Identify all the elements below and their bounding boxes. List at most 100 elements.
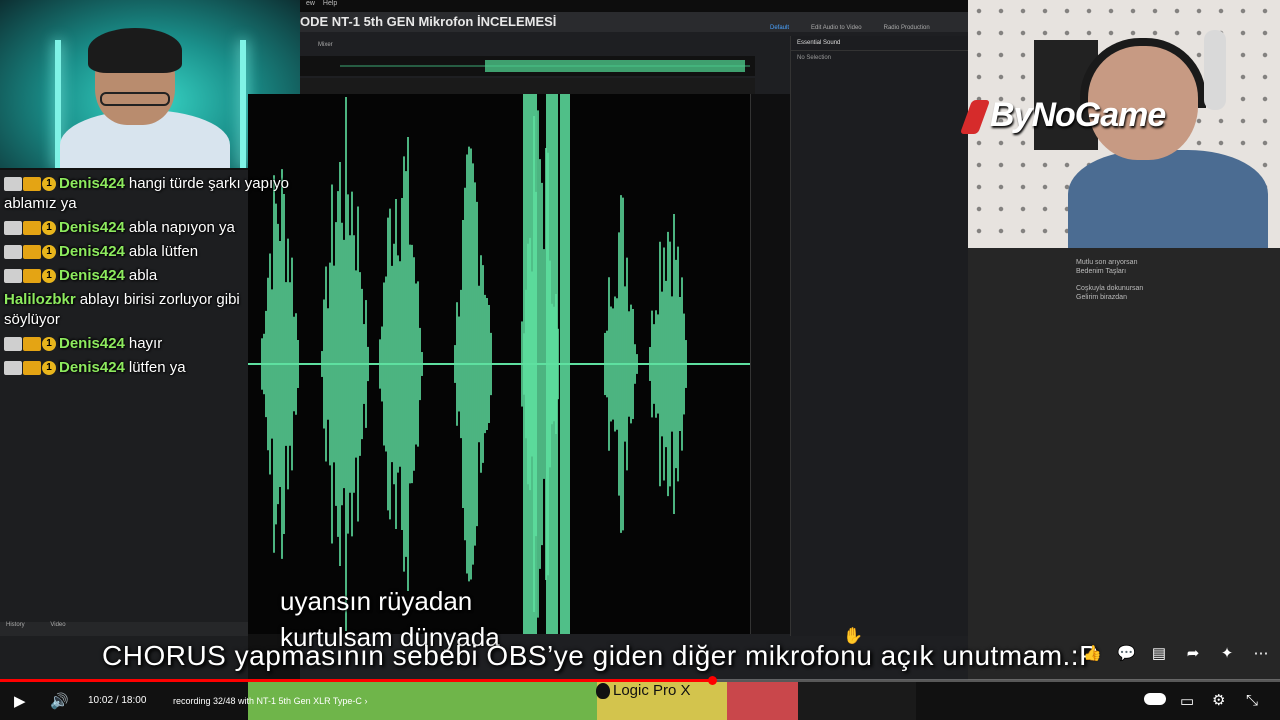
time-display: 10:02 / 18:00: [88, 695, 146, 706]
history-tabs: History Video: [0, 622, 248, 636]
level-badge-icon: 1: [42, 221, 56, 236]
menu-item-help[interactable]: Help: [323, 0, 337, 7]
volume-icon[interactable]: 🔊: [50, 692, 69, 710]
chat-username[interactable]: Denis424: [59, 219, 125, 236]
tab-history[interactable]: History: [6, 622, 25, 628]
more-icon[interactable]: ⋯: [1253, 644, 1269, 662]
panel-status: No Selection: [797, 55, 832, 61]
level-badge-icon: 1: [42, 361, 56, 376]
chat-text: abla lütfen: [128, 243, 199, 261]
timeline-ruler[interactable]: [300, 78, 755, 95]
chat-message: 1 Denis424 hayır: [0, 332, 300, 356]
amplitude-scale: [750, 94, 791, 634]
tab-radio-production[interactable]: Radio Production: [884, 25, 930, 31]
chat-text: abla: [128, 267, 158, 285]
subtitles-icon[interactable]: ▭: [1180, 692, 1194, 710]
strip-segment: [727, 682, 798, 720]
chat-text: lütfen ya: [128, 359, 186, 377]
crown-badge-icon: [23, 221, 41, 236]
lyric-line: Gelirim birazdan: [1076, 294, 1127, 301]
chat-username[interactable]: Halilozbkr: [4, 291, 76, 308]
viewer-badge-icon: [4, 177, 22, 192]
chat-username[interactable]: Denis424: [59, 243, 125, 260]
lyric-subtitle-line-1: uyansın rüyadan: [280, 586, 473, 616]
sparkle-icon[interactable]: ✦: [1219, 644, 1235, 662]
streamer-hair: [88, 28, 182, 73]
video-title: ODE NT-1 5th GEN Mikrofon İNCELEMESİ: [300, 14, 557, 29]
chat-text: hayır: [128, 335, 163, 353]
notes-icon[interactable]: ▤: [1151, 644, 1167, 662]
overview-svg: [340, 60, 750, 72]
waveform-display[interactable]: [248, 94, 750, 634]
menu-item-view[interactable]: ew: [306, 0, 315, 7]
viewer-badge-icon: [4, 337, 22, 352]
logic-pro-label: Logic Pro X: [596, 682, 691, 700]
level-badge-icon: 1: [42, 177, 56, 192]
chat-badges: 1: [4, 334, 56, 354]
progress-scrubber[interactable]: [707, 676, 717, 685]
waveform-overview[interactable]: [300, 56, 755, 76]
level-badge-icon: 1: [42, 337, 56, 352]
chapter-title: recording 32/48 with NT-1 5th Gen XLR Ty…: [173, 696, 362, 706]
chat-message: 1 Denis424 abla lütfen: [0, 240, 300, 264]
crown-badge-icon: [23, 361, 41, 376]
tab-video[interactable]: Video: [50, 622, 65, 628]
comment-icon[interactable]: 💬: [1117, 644, 1136, 662]
streamer-glasses: [100, 92, 170, 106]
apple-icon: [596, 683, 610, 700]
brand-text: ByNoGame: [990, 96, 1166, 134]
guest-shirt: [1068, 150, 1268, 248]
chat-overlay: 1 Denis424 hangi türde şarkı yapıyo ablamı…: [0, 172, 300, 380]
waveform-svg: [248, 94, 750, 634]
chat-badges: 1: [4, 218, 56, 238]
viewer-badge-icon: [4, 221, 22, 236]
current-time: 10:02: [88, 695, 114, 706]
chapter-button[interactable]: recording 32/48 with NT-1 5th Gen XLR Ty…: [173, 696, 367, 706]
chat-badges: 1: [4, 358, 56, 378]
chat-username[interactable]: Denis424: [59, 359, 125, 376]
waveform-clip: [546, 94, 558, 634]
chat-message: Halilozbkr ablayı birisi zorluyor gibi sö…: [0, 288, 300, 332]
lyrics-sidebar: Mutlu son arıyorsan Bedenim Taşları Coşk…: [968, 248, 1280, 680]
editor-menubar: ew Help: [300, 0, 968, 12]
lyric-line: Bedenim Taşları: [1076, 268, 1127, 275]
chat-message: 1 Denis424 lütfen ya: [0, 356, 300, 380]
play-icon[interactable]: ▶: [14, 692, 26, 710]
viewer-badge-icon: [4, 245, 22, 260]
panel-title: Essential Sound: [791, 36, 969, 51]
studio-microphone: [1204, 30, 1226, 110]
rgb-light-right: [240, 40, 246, 168]
exit-fullscreen-icon[interactable]: ⤡: [1246, 692, 1258, 709]
tab-mixer[interactable]: Mixer: [318, 42, 333, 48]
chat-badges: 1: [4, 174, 56, 194]
chat-username[interactable]: Denis424: [59, 335, 125, 352]
like-icon[interactable]: 👍: [1083, 644, 1102, 662]
lyric-line: Mutlu son arıyorsan: [1076, 259, 1138, 266]
chat-text: abla napıyon ya: [128, 219, 235, 237]
crown-badge-icon: [23, 269, 41, 284]
viewer-badge-icon: [4, 361, 22, 376]
progress-fill: [0, 679, 713, 682]
chat-username[interactable]: Denis424: [59, 267, 125, 284]
level-badge-icon: 1: [42, 245, 56, 260]
chat-message: 1 Denis424 abla napıyon ya: [0, 216, 300, 240]
chevron-right-icon: ›: [364, 696, 368, 706]
lyric-line: Coşkuyla dokunursan: [1076, 285, 1144, 292]
chat-badges: 1: [4, 266, 56, 286]
waveform-clip: [523, 94, 537, 634]
waveform-clip: [560, 94, 570, 634]
tab-edit-audio-to-video[interactable]: Edit Audio to Video: [811, 25, 862, 31]
share-icon[interactable]: ➦: [1185, 644, 1201, 662]
autoplay-toggle[interactable]: [1144, 693, 1166, 705]
chat-username[interactable]: Denis424: [59, 175, 125, 192]
essential-sound-panel: Essential Sound No Selection: [790, 36, 969, 636]
crown-badge-icon: [23, 245, 41, 260]
crown-badge-icon: [23, 337, 41, 352]
overlay-actions: 👍 💬 ▤ ➦ ✦ ⋯: [1083, 644, 1269, 662]
viewer-badge-icon: [4, 269, 22, 284]
strip-segment: [797, 682, 916, 720]
tab-default[interactable]: Default: [770, 25, 789, 31]
chat-badges: 1: [4, 242, 56, 262]
settings-gear-icon[interactable]: ⚙: [1212, 691, 1225, 709]
workspace-tabs: Default Edit Audio to Video Radio Produc…: [770, 25, 930, 31]
